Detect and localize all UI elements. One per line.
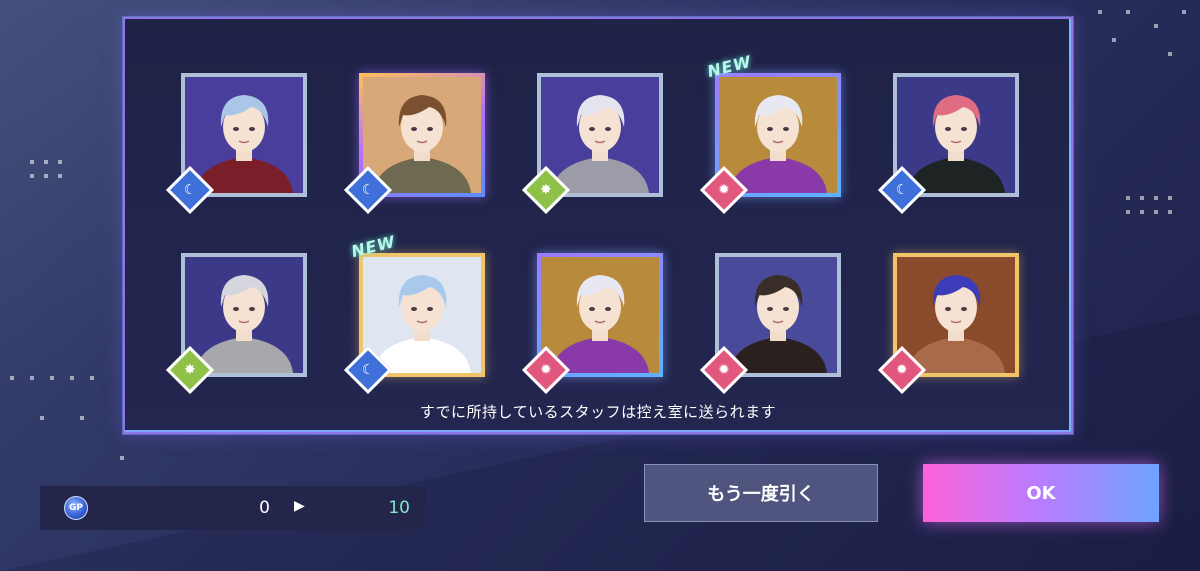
staff-portrait	[897, 77, 1015, 193]
staff-card-9[interactable]: ✹	[699, 253, 841, 395]
gp-after-value: 10	[388, 498, 410, 518]
staff-portrait	[541, 257, 659, 373]
staff-card-10[interactable]: ✹	[877, 253, 1019, 395]
staff-card-2[interactable]: ☾	[343, 73, 485, 215]
moon-glyph: ☾	[895, 182, 909, 198]
staff-portrait	[185, 257, 303, 373]
staff-portrait	[363, 77, 481, 193]
staff-card-4[interactable]: ✹ NEW	[699, 52, 841, 215]
staff-portrait	[541, 77, 659, 193]
duplicate-notice: すでに所持しているスタッフは控え室に送られます	[419, 403, 777, 421]
ok-button[interactable]: OK	[923, 464, 1159, 522]
staff-portrait	[185, 77, 303, 193]
results-panel: ☾ ☾ ✸ ✹ NEW ☾ ✸ ☾ NEW ✹ ✹ ✹ すでに所持しているスタッフは控え室に送られます	[123, 17, 1073, 434]
sun-glyph: ✹	[896, 361, 908, 378]
gp-current-value: 0	[259, 498, 270, 518]
staff-portrait	[719, 257, 837, 373]
staff-portrait	[719, 77, 837, 193]
staff-card-8[interactable]: ✹	[521, 253, 663, 395]
staff-card-3[interactable]: ✸	[521, 73, 663, 215]
play-arrow-icon: ▶	[294, 498, 305, 514]
staff-card-7[interactable]: ☾ NEW	[343, 232, 485, 395]
gp-coin-icon: GP	[64, 496, 88, 520]
staff-card-1[interactable]: ☾	[165, 73, 307, 215]
gp-counter: GP 0 ▶ 10	[40, 486, 426, 530]
staff-portrait	[363, 257, 481, 373]
staff-card-6[interactable]: ✸	[165, 253, 307, 395]
star-glyph: ✸	[184, 361, 196, 378]
sun-glyph: ✹	[718, 181, 730, 198]
draw-again-button[interactable]: もう一度引く	[644, 464, 878, 522]
moon-glyph: ☾	[361, 182, 375, 198]
sun-glyph: ✹	[540, 361, 552, 378]
moon-glyph: ☾	[361, 362, 375, 378]
star-glyph: ✸	[540, 181, 552, 198]
staff-card-5[interactable]: ☾	[877, 73, 1019, 215]
moon-glyph: ☾	[183, 182, 197, 198]
staff-portrait	[897, 257, 1015, 373]
sun-glyph: ✹	[718, 361, 730, 378]
